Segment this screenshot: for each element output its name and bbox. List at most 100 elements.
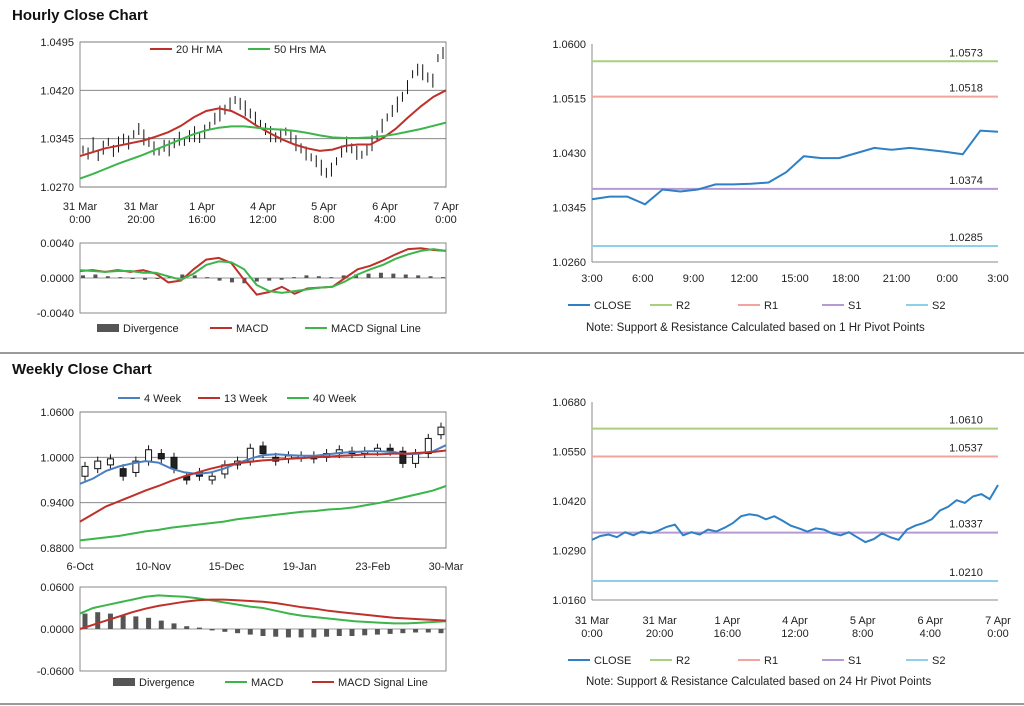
weekly-sr-xtick-label: 16:00 xyxy=(714,628,742,640)
hourly-macd-divergence-bar xyxy=(329,277,334,279)
hourly-price-xtick-label: 12:00 xyxy=(249,214,277,226)
hourly-sr-level-label-r1: 1.0518 xyxy=(949,83,983,95)
hourly-price-ytick-label: 1.0345 xyxy=(40,134,74,146)
hourly-sr-ytick-label: 1.0430 xyxy=(552,148,586,160)
hourly-macd-ytick-label: 0.0040 xyxy=(40,238,74,250)
hourly-macd-divergence-bar xyxy=(205,277,210,279)
weekly-macd-divergence-bar xyxy=(425,629,431,633)
hourly-price-xtick-label: 8:00 xyxy=(313,214,334,226)
weekly-macd-divergence-bar xyxy=(336,629,342,636)
weekly-sr-xtick-label: 4 Apr xyxy=(782,615,808,627)
hourly-macd-divergence-bar xyxy=(105,276,110,278)
hourly-price-series-ma20 xyxy=(79,89,447,158)
weekly-sr-xtick-label: 20:00 xyxy=(646,628,674,640)
hourly-price-xtick-label: 20:00 xyxy=(127,214,155,226)
weekly-price-candle-body xyxy=(412,453,420,464)
weekly-price-frame xyxy=(79,411,447,549)
weekly-macd-ytick-label: 0.0600 xyxy=(40,582,74,594)
weekly-price-candle-body xyxy=(157,453,165,460)
hourly-sr-legend-close-label: CLOSE xyxy=(594,300,631,312)
weekly-macd-divergence-bar xyxy=(413,629,419,633)
hourly-macd-divergence-bar xyxy=(391,273,396,278)
hourly-macd-divergence-bar xyxy=(229,278,234,283)
hourly-price-xtick-label: 4 Apr xyxy=(250,201,276,213)
weekly-sr-xtick-label: 12:00 xyxy=(781,628,809,640)
weekly-sr-xtick-label: 5 Apr xyxy=(850,615,876,627)
hourly-macd-divergence-bar xyxy=(254,278,259,282)
weekly-macd-divergence-bar xyxy=(324,629,330,637)
hourly-price-legend-ma20-label: 20 Hr MA xyxy=(176,44,223,56)
hourly-price-xtick-label: 5 Apr xyxy=(311,201,337,213)
weekly-sr-xtick-label: 31 Mar xyxy=(643,615,678,627)
hourly-sr-level-label-r2: 1.0573 xyxy=(949,47,983,59)
weekly-macd-legend-divergence-swatch xyxy=(113,678,135,686)
weekly-sr-legend-close-label: CLOSE xyxy=(594,655,631,667)
hourly-macd-ytick-label: 0.0000 xyxy=(40,273,74,285)
weekly-sr-ytick-label: 1.0680 xyxy=(552,397,586,409)
weekly-macd-divergence-bar xyxy=(171,623,177,629)
weekly-price-legend-40w-label: 40 Week xyxy=(313,393,357,405)
weekly-price-legend-13w-label: 13 Week xyxy=(224,393,268,405)
hourly-macd-divergence-bar xyxy=(192,275,197,278)
weekly-sr-xtick-label: 31 Mar xyxy=(575,615,610,627)
hourly-sr-series-close xyxy=(591,129,999,206)
hourly-macd-divergence-bar xyxy=(93,274,98,278)
hourly-macd-divergence-bar xyxy=(292,277,297,279)
weekly-sr-legend-s2-label: S2 xyxy=(932,655,945,667)
weekly-sr-ytick-label: 1.0550 xyxy=(552,447,586,459)
weekly-macd-divergence-bar xyxy=(146,617,152,629)
hourly-macd-divergence-bar xyxy=(81,275,85,278)
weekly-price-candle-body xyxy=(170,456,178,470)
weekly-macd-divergence-bar xyxy=(107,613,113,629)
weekly-price-candle-body xyxy=(94,460,102,470)
weekly-macd-divergence-bar xyxy=(273,629,279,637)
hourly-price-xtick-label: 4:00 xyxy=(374,214,395,226)
hourly-price-xtick-label: 16:00 xyxy=(188,214,216,226)
weekly-price-candle-body xyxy=(81,465,89,477)
weekly-macd-legend-signal-label: MACD Signal Line xyxy=(338,677,428,689)
hourly-price-xtick-label: 31 Mar xyxy=(124,201,159,213)
weekly-price-xtick-label: 30-Mar xyxy=(429,561,464,573)
hourly-macd-divergence-bar xyxy=(428,276,433,278)
weekly-sr-xtick-label: 7 Apr xyxy=(985,615,1011,627)
weekly-macd-ytick-label: -0.0600 xyxy=(37,666,74,678)
hourly-macd-divergence-bar xyxy=(403,274,408,278)
weekly-sr-level-label-r1: 1.0537 xyxy=(949,442,983,454)
hourly-macd-ytick-label: -0.0040 xyxy=(37,308,74,320)
weekly-macd-divergence-bar xyxy=(285,629,291,638)
hourly-macd-divergence-bar xyxy=(416,275,421,278)
weekly-sr-level-label-s1: 1.0337 xyxy=(949,519,983,531)
weekly-sr-legend-s1-label: S1 xyxy=(848,655,861,667)
hourly-price-ytick-label: 1.0420 xyxy=(40,85,74,97)
hourly-price-xtick-label: 0:00 xyxy=(69,214,90,226)
weekly-price-candle-body xyxy=(259,445,267,455)
weekly-macd-divergence-bar xyxy=(247,629,253,635)
hourly-sr-xtick-label: 3:00 xyxy=(581,273,602,285)
hourly-price-xtick-label: 0:00 xyxy=(435,214,456,226)
weekly-macd-divergence-bar xyxy=(349,629,355,636)
hourly-sr-ytick-label: 1.0515 xyxy=(552,94,586,106)
weekly-macd-divergence-bar xyxy=(400,629,406,634)
weekly-price-candle-body xyxy=(119,468,127,477)
hourly-price-xtick-label: 6 Apr xyxy=(372,201,398,213)
weekly-price-legend-4w-label: 4 Week xyxy=(144,393,182,405)
weekly-macd-divergence-bar xyxy=(120,615,126,629)
hourly-sr-xtick-label: 21:00 xyxy=(883,273,911,285)
hourly-macd-divergence-bar xyxy=(130,278,135,279)
weekly-price-candle-body xyxy=(106,458,114,466)
hourly-sr-xtick-label: 9:00 xyxy=(683,273,704,285)
weekly-sr-ytick-label: 1.0160 xyxy=(552,595,586,607)
weekly-macd-divergence-bar xyxy=(362,629,368,636)
charts-canvas: 1.04951.04201.03451.027031 Mar0:0031 Mar… xyxy=(37,37,1011,689)
hourly-macd-divergence-bar xyxy=(217,278,222,281)
hourly-price-ytick-label: 1.0270 xyxy=(40,182,74,194)
hourly-macd-legend-divergence-swatch xyxy=(97,324,119,332)
hourly-macd-divergence-bar xyxy=(304,275,309,278)
hourly-macd-legend-divergence-label: Divergence xyxy=(123,323,179,335)
hourly-sr-ytick-label: 1.0345 xyxy=(552,203,586,215)
weekly-sr-ytick-label: 1.0420 xyxy=(552,496,586,508)
weekly-sr-xtick-label: 0:00 xyxy=(581,628,602,640)
weekly-price-candle-body xyxy=(208,475,216,481)
hourly-macd-divergence-bar xyxy=(155,278,160,279)
weekly-macd-divergence-bar xyxy=(184,626,190,629)
